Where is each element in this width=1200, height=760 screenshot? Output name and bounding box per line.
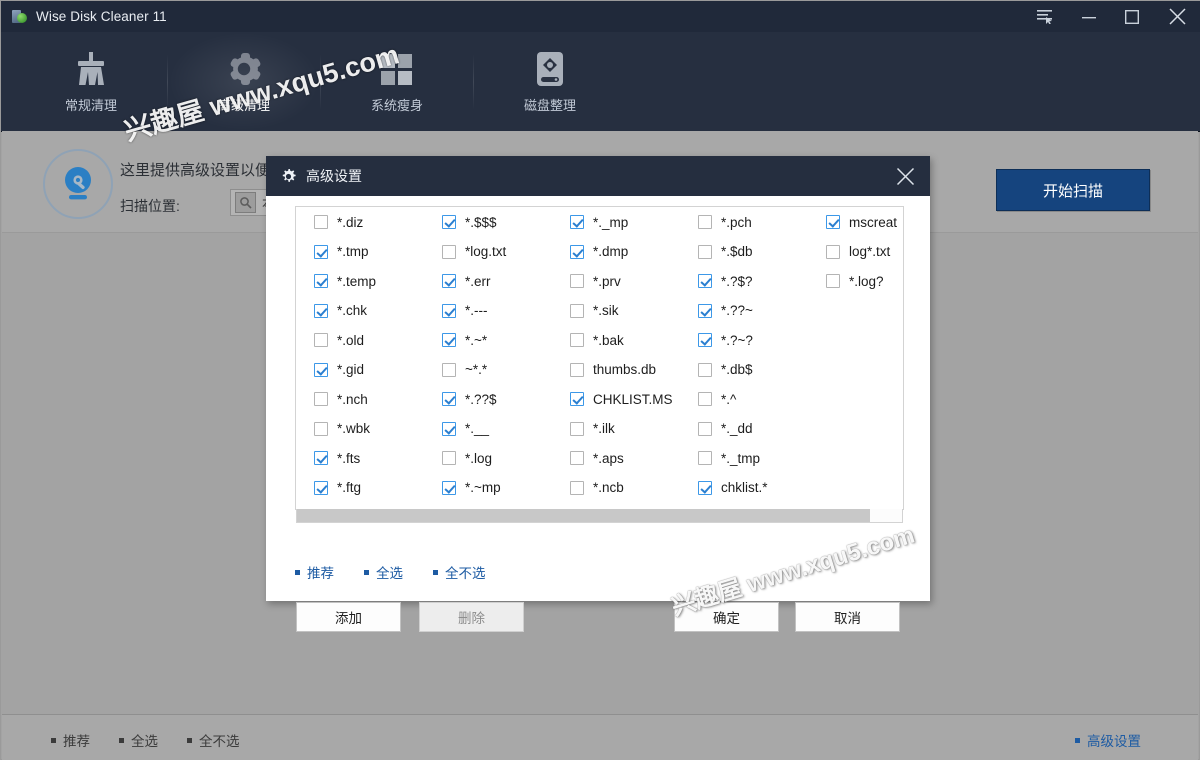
- cancel-button[interactable]: 取消: [795, 602, 900, 632]
- main-toolbar: 常规清理 高级清理 系统瘦身 磁盘整理: [1, 32, 1200, 132]
- dialog-buttons: 添加 删除 确定 取消: [266, 196, 930, 632]
- gear-icon: [225, 49, 263, 89]
- windows-logo-icon: [379, 49, 415, 89]
- advanced-description: 这里提供高级设置以便: [120, 162, 271, 179]
- toolbar-label: 常规清理: [64, 98, 117, 113]
- dialog-title: 高级设置: [306, 168, 362, 184]
- gear-icon: [280, 168, 297, 185]
- remove-button[interactable]: 删除: [419, 602, 524, 632]
- link-label: 推荐: [63, 734, 90, 749]
- dialog-body: *.diz *.tmp *.temp *.chk *.old *.gid *.nch *.wb…: [266, 196, 930, 632]
- broom-icon: [71, 49, 111, 89]
- disk-cleaner-logo-icon: [12, 9, 28, 25]
- toolbar-item-common-clean[interactable]: 常规清理: [15, 32, 167, 131]
- disk-scan-icon: [43, 149, 113, 219]
- bullet-icon: [51, 737, 56, 743]
- maximize-icon[interactable]: [1110, 1, 1153, 32]
- window-title: Wise Disk Cleaner 11: [36, 9, 167, 24]
- link-label: 高级设置: [1087, 734, 1141, 749]
- toolbar-label: 磁盘整理: [523, 98, 576, 113]
- toolbar-item-advanced-clean[interactable]: 高级清理: [168, 32, 320, 131]
- toolbar-label: 高级清理: [217, 98, 270, 113]
- bottom-link-recommend[interactable]: 推荐: [51, 730, 90, 750]
- close-icon[interactable]: [1153, 1, 1200, 32]
- application-window: Wise Disk Cleaner 11 常规清理 高级清理 系统瘦身 磁盘整理…: [0, 0, 1200, 760]
- bullet-icon: [187, 737, 192, 743]
- bottom-bar: 推荐 全选 全不选 高级设置: [2, 714, 1198, 760]
- ok-button[interactable]: 确定: [674, 602, 779, 632]
- link-label: 全不选: [199, 734, 240, 749]
- disk-search-icon: [235, 192, 256, 213]
- menu-icon[interactable]: [1024, 1, 1067, 32]
- toolbar-item-system-slimming[interactable]: 系统瘦身: [321, 32, 473, 131]
- window-controls: [1024, 1, 1200, 32]
- close-icon[interactable]: [880, 156, 930, 196]
- link-label: 全选: [131, 734, 158, 749]
- bottom-link-advanced-settings[interactable]: 高级设置: [1075, 730, 1141, 750]
- toolbar-item-disk-defrag[interactable]: 磁盘整理: [474, 32, 626, 131]
- advanced-settings-dialog: 高级设置 *.diz *.tmp *.temp *.chk *.old *.gid *.nc…: [266, 156, 930, 632]
- bullet-icon: [1075, 737, 1080, 743]
- scan-location-label: 扫描位置:: [120, 198, 180, 214]
- start-scan-button[interactable]: 开始扫描: [996, 169, 1150, 211]
- bottom-link-select-all[interactable]: 全选: [119, 730, 158, 750]
- bullet-icon: [119, 737, 124, 743]
- add-button[interactable]: 添加: [296, 602, 401, 632]
- dialog-title-bar: 高级设置: [266, 156, 930, 196]
- title-bar: Wise Disk Cleaner 11: [1, 1, 1200, 32]
- bottom-link-select-none[interactable]: 全不选: [187, 730, 240, 750]
- hard-disk-icon: [533, 49, 567, 89]
- minimize-icon[interactable]: [1067, 1, 1110, 32]
- toolbar-label: 系统瘦身: [370, 98, 423, 113]
